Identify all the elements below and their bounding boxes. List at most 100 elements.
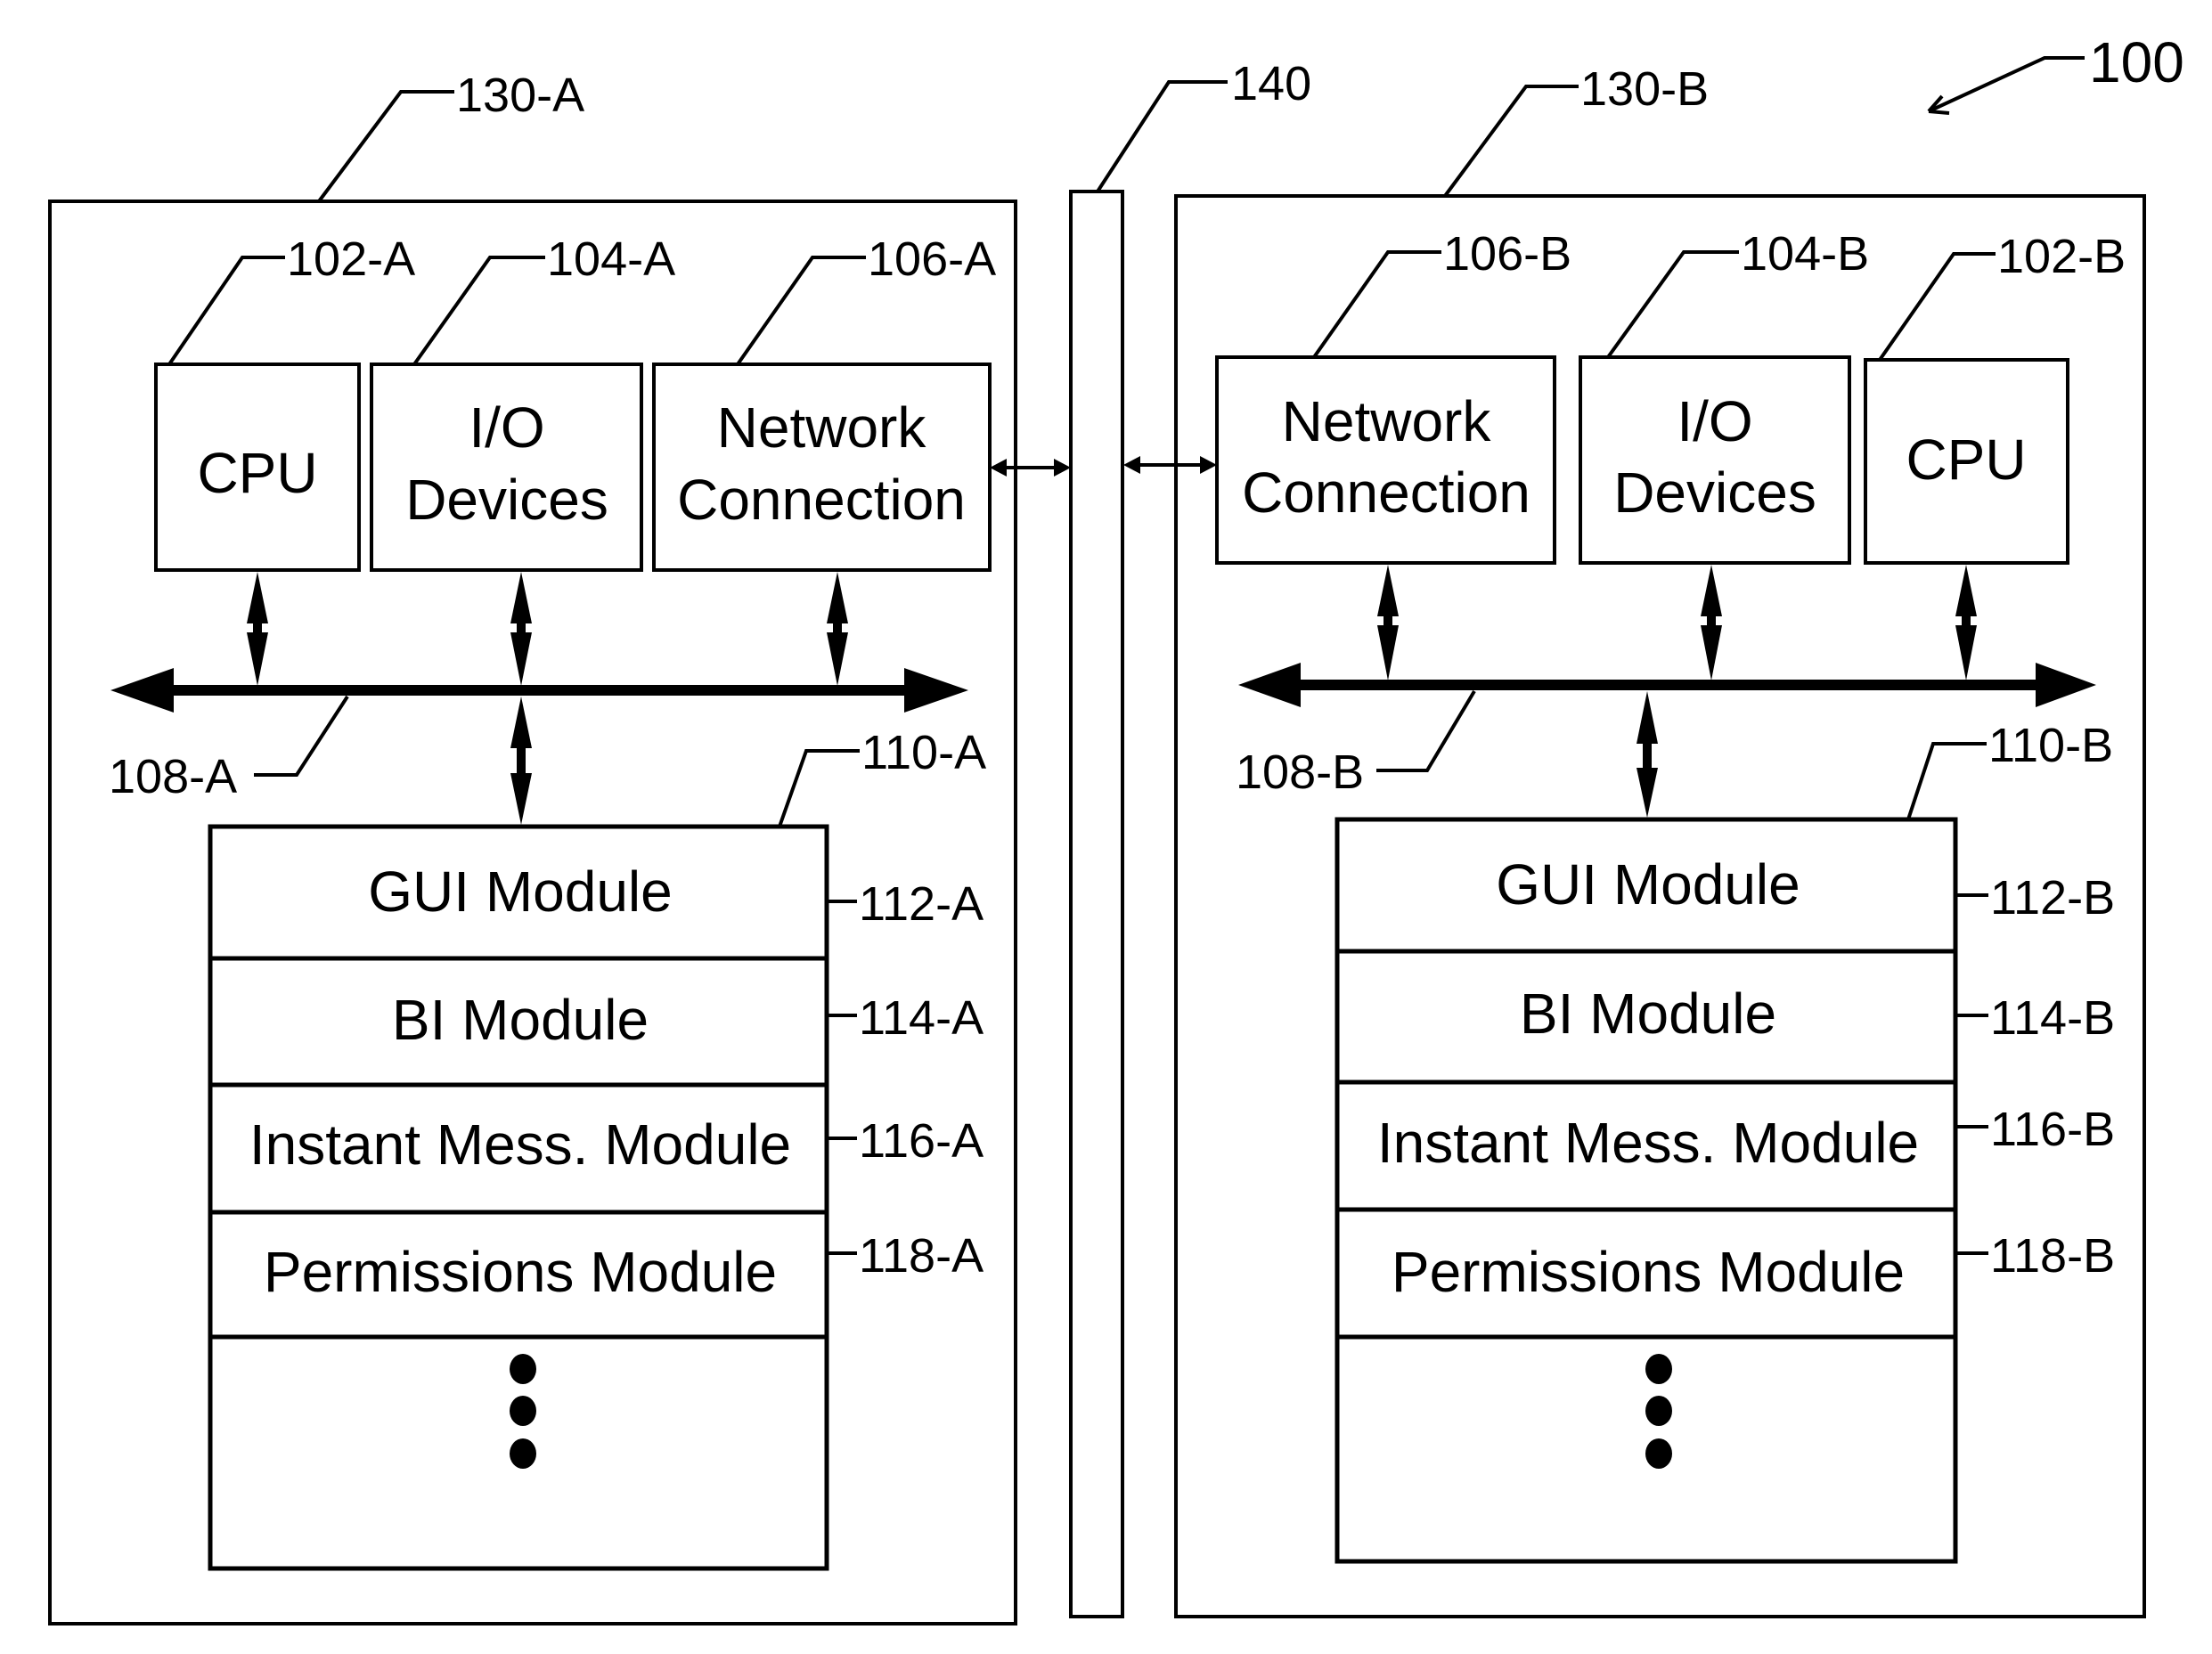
memory-a: 110-A GUI Module 112-A BI Module 114-A I… [208, 726, 986, 1571]
bus-a-leader [254, 695, 349, 777]
permissions-module-b: Permissions Module 118-B [1392, 1229, 2115, 1304]
instant-messaging-module-b: Instant Mess. Module 116-B [1377, 1103, 2115, 1175]
network-link-b-arrow-right [1200, 456, 1217, 474]
bus-a: 108-A [109, 668, 968, 803]
cpu-b-bus-arrow [1955, 565, 1977, 680]
bi-module-a: BI Module 114-A [392, 988, 984, 1052]
instant-messaging-module-a-ref-label: 116-A [859, 1114, 984, 1168]
ellipsis-icon [510, 1354, 536, 1469]
instant-messaging-module-b-label: Instant Mess. Module [1377, 1111, 1919, 1175]
bus-a-ref-label: 108-A [109, 750, 237, 803]
network-ref-label: 140 [1231, 57, 1311, 110]
system-b: 130-B 106-B Network Connection 104-B I/O… [1123, 62, 2146, 1618]
system-b-leader [1443, 85, 1579, 198]
memory-a-ref-label: 110-A [861, 726, 986, 779]
cpu-a-label: CPU [197, 441, 317, 505]
memory-b-ref-label: 110-B [1988, 719, 2113, 772]
network-connection-b-label-line2: Connection [1242, 460, 1530, 525]
bi-module-a-ref-label: 114-A [859, 991, 984, 1045]
cpu-a-ref-label: 102-A [287, 232, 415, 286]
bus-b-leader [1376, 689, 1476, 772]
bus-b-connectors [1377, 565, 1977, 818]
instant-messaging-module-a: Instant Mess. Module 116-A [249, 1112, 984, 1177]
bi-module-b-label: BI Module [1520, 982, 1776, 1046]
figure-ref-leader [1928, 56, 2085, 113]
gui-module-b-ref-label: 112-B [1990, 871, 2115, 925]
cpu-a-leader [167, 256, 285, 366]
network-link-a-arrow-left [990, 459, 1007, 477]
cpu-b: 102-B CPU [1864, 230, 2126, 565]
permissions-module-a: Permissions Module 118-A [264, 1229, 984, 1304]
network-link-a [990, 459, 1071, 477]
network-connection-a-leader [736, 256, 866, 366]
bi-module-a-label: BI Module [392, 988, 649, 1052]
figure-ref-100: 100 [1927, 30, 2184, 115]
gui-module-b: GUI Module 112-B [1496, 852, 2115, 925]
gui-module-a-ref-label: 112-A [859, 877, 984, 931]
permissions-module-a-label: Permissions Module [264, 1240, 777, 1304]
io-devices-a-label-line2: Devices [405, 468, 608, 532]
network-connection-b-label-line1: Network [1282, 389, 1492, 453]
memory-a-bus-arrow [510, 697, 532, 825]
permissions-module-b-label: Permissions Module [1392, 1240, 1905, 1304]
ellipsis-icon [1645, 1354, 1672, 1469]
network-140: 140 [1069, 57, 1311, 1618]
io-b-bus-arrow [1701, 565, 1722, 680]
network-connection-b-leader [1312, 250, 1441, 359]
bi-module-b: BI Module 114-B [1520, 982, 2115, 1046]
io-devices-b-leader [1606, 250, 1739, 359]
instant-messaging-module-b-ref-label: 116-B [1990, 1103, 2115, 1156]
permissions-module-b-ref-label: 118-B [1990, 1229, 2115, 1283]
system-b-ref-label: 130-B [1580, 62, 1709, 116]
cpu-b-ref-label: 102-B [1997, 230, 2126, 283]
network-connection-b: 106-B Network Connection [1215, 227, 1571, 565]
gui-module-a: GUI Module 112-A [368, 860, 984, 931]
bi-module-b-ref-label: 114-B [1990, 991, 2115, 1045]
memory-b-bus-arrow [1637, 691, 1658, 818]
cpu-a-bus-arrow [247, 572, 268, 686]
network-connection-a: 106-A Network Connection [652, 232, 996, 572]
network-link-a-arrow-right [1054, 459, 1071, 477]
io-devices-a-leader [412, 256, 545, 366]
bus-a-arrow-right [904, 668, 968, 713]
cpu-a: 102-A CPU [154, 232, 415, 572]
bus-b-ref-label: 108-B [1236, 746, 1364, 799]
system-a-ref-label: 130-A [456, 69, 584, 122]
network-connection-b-ref-label: 106-B [1443, 227, 1571, 281]
io-devices-a-label-line1: I/O [469, 395, 544, 460]
bus-b-arrow-right [2036, 663, 2096, 707]
system-a-leader [317, 90, 454, 203]
network-connection-a-ref-label: 106-A [868, 232, 996, 286]
io-devices-b-label-line2: Devices [1613, 460, 1816, 525]
cpu-b-leader [1878, 252, 1996, 362]
network-link-b [1123, 456, 1217, 474]
gui-module-b-label: GUI Module [1496, 852, 1800, 917]
io-a-bus-arrow [510, 572, 532, 686]
bus-b-arrow-left [1238, 663, 1301, 707]
permissions-module-a-ref-label: 118-A [859, 1229, 984, 1283]
bus-b: 108-B [1236, 663, 2096, 799]
figure-ref-label: 100 [2089, 30, 2184, 94]
io-devices-b-ref-label: 104-B [1741, 227, 1869, 281]
network-link-b-arrow-left [1123, 456, 1140, 474]
net-b-bus-arrow [1377, 565, 1399, 680]
network-leader [1096, 80, 1228, 193]
system-diagram: 100 140 130-A 102-A CPU 104-A I/O Device… [48, 30, 2184, 1625]
memory-b-leader [1906, 742, 1987, 820]
memory-b: 110-B GUI Module 112-B BI Module 114-B I… [1335, 719, 2115, 1564]
bus-a-connectors [247, 572, 848, 825]
io-devices-a-ref-label: 104-A [547, 232, 675, 286]
memory-a-leader [778, 749, 860, 827]
instant-messaging-module-a-label: Instant Mess. Module [249, 1112, 791, 1177]
io-devices-b: 104-B I/O Devices [1579, 227, 1869, 565]
io-devices-b-label-line1: I/O [1677, 389, 1752, 453]
gui-module-a-label: GUI Module [368, 860, 672, 924]
io-devices-a: 104-A I/O Devices [370, 232, 675, 572]
network-bar [1069, 190, 1124, 1618]
system-a: 130-A 102-A CPU 104-A I/O Devices 106-A … [48, 69, 1071, 1625]
bus-a-arrow-left [110, 668, 174, 713]
network-connection-a-label-line2: Connection [677, 468, 966, 532]
cpu-b-label: CPU [1906, 428, 2026, 492]
network-connection-a-label-line1: Network [717, 395, 927, 460]
net-a-bus-arrow [827, 572, 848, 686]
